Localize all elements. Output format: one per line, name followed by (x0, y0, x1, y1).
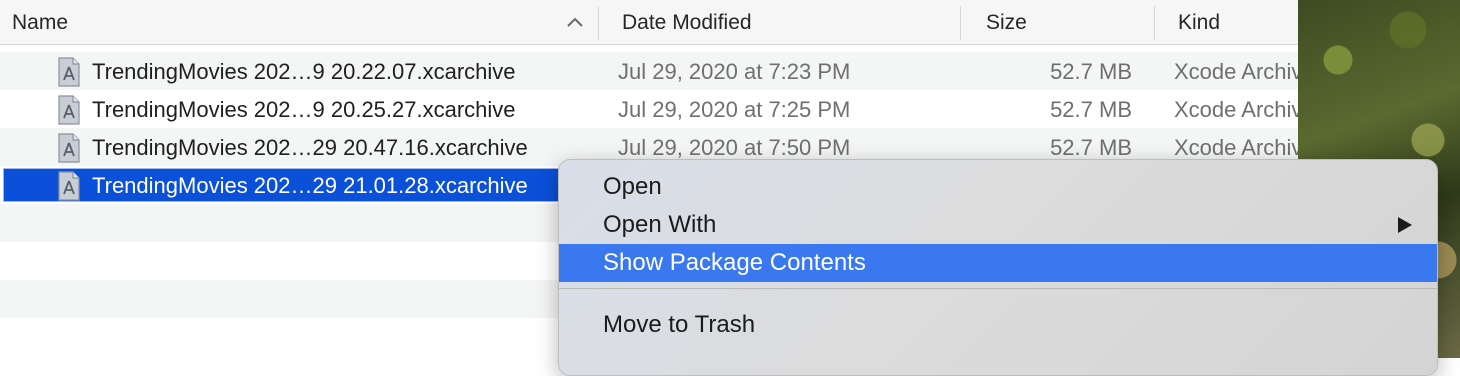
column-header-bar: Name Date Modified Size Kind (0, 0, 1298, 45)
menu-item-label: Show Package Contents (603, 249, 866, 276)
column-divider[interactable] (960, 6, 961, 40)
xcarchive-file-icon (58, 171, 80, 201)
xcarchive-file-icon (58, 57, 80, 87)
table-row[interactable]: TrendingMovies 202…9 20.22.07.xcarchive … (0, 52, 1298, 90)
file-name: TrendingMovies 202…29 21.01.28.xcarchive (92, 173, 528, 198)
triangle-right-icon (1398, 217, 1412, 233)
xcarchive-file-icon (58, 95, 80, 125)
column-header-kind[interactable]: Kind (1178, 0, 1288, 44)
file-size: 52.7 MB (1050, 59, 1132, 84)
menu-separator (559, 288, 1437, 289)
column-header-date[interactable]: Date Modified (622, 0, 952, 44)
date-modified: Jul 29, 2020 at 7:25 PM (618, 97, 851, 122)
column-header-name-label: Name (12, 11, 69, 34)
file-name: TrendingMovies 202…29 20.47.16.xcarchive (92, 135, 528, 160)
file-size: 52.7 MB (1050, 97, 1132, 122)
column-header-kind-label: Kind (1178, 11, 1221, 34)
xcarchive-file-icon (58, 133, 80, 163)
chevron-up-icon[interactable] (566, 14, 584, 30)
column-divider[interactable] (1154, 6, 1155, 40)
file-name: TrendingMovies 202…9 20.25.27.xcarchive (92, 97, 516, 122)
column-header-size-label: Size (986, 11, 1027, 34)
date-modified: Jul 29, 2020 at 7:23 PM (618, 59, 851, 84)
menu-item-label: Open (603, 173, 662, 200)
file-kind: Xcode Archive (1174, 59, 1298, 84)
context-menu: Open Open With Show Package Contents Mov… (558, 159, 1438, 376)
column-header-size[interactable]: Size (986, 0, 1146, 44)
menu-item-open[interactable]: Open (559, 168, 1437, 206)
file-kind: Xcode Archive (1174, 97, 1298, 122)
menu-item-show-package-contents[interactable]: Show Package Contents (559, 244, 1437, 282)
menu-item-label: Move to Trash (603, 311, 756, 338)
menu-item-move-to-trash[interactable]: Move to Trash (559, 306, 1437, 344)
column-divider[interactable] (598, 6, 599, 40)
table-row[interactable]: TrendingMovies 202…9 20.25.27.xcarchive … (0, 90, 1298, 128)
column-header-date-label: Date Modified (622, 11, 752, 34)
file-name: TrendingMovies 202…9 20.22.07.xcarchive (92, 59, 516, 84)
menu-item-label: Open With (603, 211, 717, 238)
column-header-name[interactable]: Name (12, 0, 582, 44)
menu-item-open-with[interactable]: Open With (559, 206, 1437, 244)
